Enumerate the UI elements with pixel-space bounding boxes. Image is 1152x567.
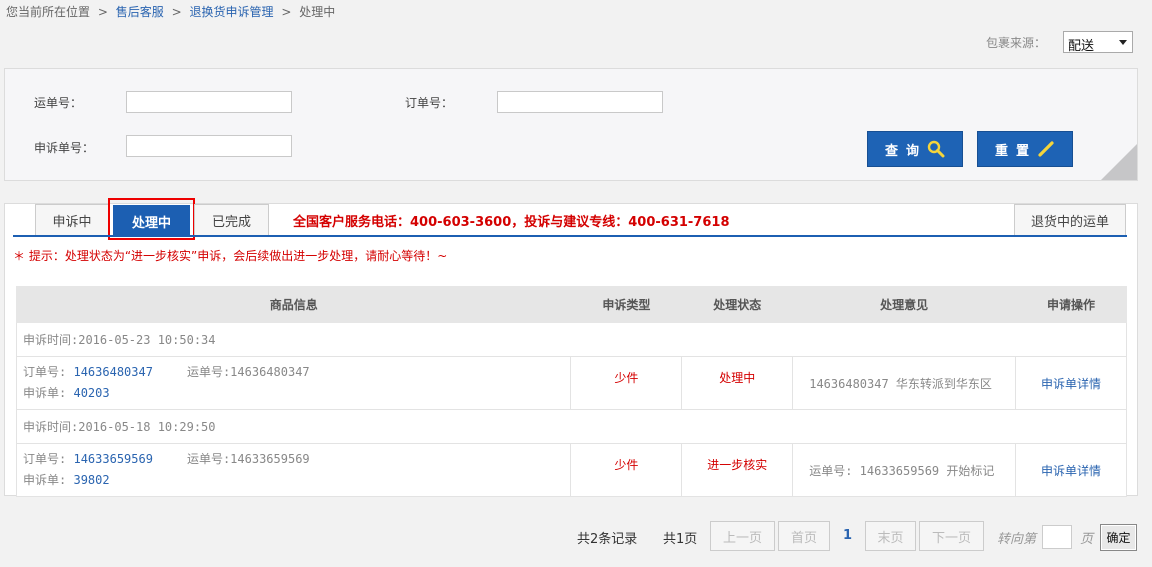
header-complaint-type: 申诉类型 bbox=[570, 286, 683, 323]
breadcrumb: 您当前所在位置 > 售后客服 > 退换货申诉管理 > 处理中 bbox=[6, 3, 335, 20]
order-label: 订单号： bbox=[405, 96, 454, 110]
page-unit-label: 页 bbox=[1080, 532, 1094, 547]
table-row: 订单号: 14633659569 运单号:14633659569 申诉单: 398… bbox=[15, 443, 1127, 497]
source-label: 包裹来源： bbox=[986, 36, 1047, 50]
goto-page-input[interactable] bbox=[1042, 525, 1072, 549]
complaint-table: 商品信息 申诉类型 处理状态 处理意见 申请操作 申诉时间:2016-05-23… bbox=[15, 286, 1127, 497]
breadcrumb-separator: > bbox=[281, 5, 292, 19]
total-records: 共2条记录 bbox=[577, 532, 638, 547]
order-input[interactable] bbox=[497, 91, 663, 113]
waybill-text: 运单号:14633659569 bbox=[186, 452, 310, 466]
next-page-button[interactable]: 下一页 bbox=[919, 521, 984, 551]
action-cell: 申诉单详情 bbox=[1015, 356, 1127, 410]
header-process-opinion: 处理意见 bbox=[792, 286, 1017, 323]
complaint-no-label: 申诉单号： bbox=[34, 141, 95, 155]
table-header-row: 商品信息 申诉类型 处理状态 处理意见 申请操作 bbox=[15, 286, 1127, 323]
complaint-no-link[interactable]: 39802 bbox=[73, 473, 109, 487]
source-select[interactable]: 配送 bbox=[1063, 31, 1133, 54]
query-button-label: 查询 bbox=[884, 143, 927, 159]
reset-button-label: 重置 bbox=[994, 143, 1037, 159]
tab-in-complaint[interactable]: 申诉中 bbox=[35, 204, 109, 236]
complaint-detail-link[interactable]: 申诉单详情 bbox=[1041, 377, 1101, 391]
total-pages: 共1页 bbox=[663, 532, 698, 547]
complaint-time: 申诉时间:2016-05-23 10:50:34 bbox=[16, 322, 1127, 357]
breadcrumb-separator: > bbox=[171, 5, 182, 19]
confirm-button[interactable]: 确定 bbox=[1100, 524, 1137, 551]
tab-completed[interactable]: 已完成 bbox=[194, 204, 269, 236]
complaint-detail-link[interactable]: 申诉单详情 bbox=[1041, 464, 1101, 478]
reset-button[interactable]: 重置 bbox=[977, 131, 1073, 167]
order-no-label: 订单号: bbox=[23, 365, 67, 379]
current-page[interactable]: 1 bbox=[843, 528, 852, 543]
complaint-no-link[interactable]: 40203 bbox=[73, 386, 109, 400]
prev-page-button[interactable]: 上一页 bbox=[710, 521, 775, 551]
table-row-time: 申诉时间:2016-05-18 10:29:50 bbox=[16, 409, 1127, 444]
header-action: 申请操作 bbox=[1015, 286, 1127, 323]
complaint-type-cell: 少件 bbox=[570, 443, 683, 497]
query-button[interactable]: 查询 bbox=[867, 131, 963, 167]
breadcrumb-link-complaint-management[interactable]: 退换货申诉管理 bbox=[189, 5, 273, 19]
table-row: 订单号: 14636480347 运单号:14636480347 申诉单: 402… bbox=[15, 356, 1127, 410]
order-no-label: 订单号: bbox=[23, 452, 67, 466]
tip-text: ＊ 提示：处理状态为“进一步核实”申诉，会后续做出进一步处理，请耐心等待！~ bbox=[13, 249, 448, 263]
waybill-input[interactable] bbox=[126, 91, 292, 113]
tab-underline bbox=[13, 235, 1127, 237]
breadcrumb-link-after-sales[interactable]: 售后客服 bbox=[116, 5, 164, 19]
complaint-type-cell: 少件 bbox=[570, 356, 683, 410]
action-cell: 申诉单详情 bbox=[1015, 443, 1127, 497]
search-panel: 运单号： 订单号： 申诉单号： 查询 重置 bbox=[4, 68, 1138, 181]
collapse-corner-handle[interactable] bbox=[1101, 144, 1137, 180]
process-status-cell: 处理中 bbox=[681, 356, 794, 410]
complaint-list-panel: 申诉中 处理中 已完成 全国客户服务电话：400-603-3600，投诉与建议专… bbox=[4, 198, 1138, 497]
complaint-time: 申诉时间:2016-05-18 10:29:50 bbox=[16, 409, 1127, 444]
source-select-value: 配送 bbox=[1068, 39, 1095, 54]
returning-waybill-button[interactable]: 退货中的运单 bbox=[1014, 204, 1126, 236]
process-opinion-cell: 14636480347 华东转派到华东区 bbox=[792, 356, 1017, 410]
goto-page-label: 转向第 bbox=[997, 532, 1037, 547]
first-page-button[interactable]: 首页 bbox=[778, 521, 830, 551]
pencil-icon bbox=[1038, 141, 1054, 157]
service-hotline: 全国客户服务电话：400-603-3600，投诉与建议专线：400-631-76… bbox=[293, 215, 730, 230]
last-page-button[interactable]: 末页 bbox=[865, 521, 916, 551]
order-no-link[interactable]: 14636480347 bbox=[73, 365, 152, 379]
header-process-status: 处理状态 bbox=[681, 286, 794, 323]
order-no-link[interactable]: 14633659569 bbox=[73, 452, 152, 466]
process-opinion-cell: 运单号: 14633659569 开始标记 bbox=[792, 443, 1017, 497]
table-row-time: 申诉时间:2016-05-23 10:50:34 bbox=[16, 322, 1127, 357]
breadcrumb-separator: > bbox=[97, 5, 108, 19]
waybill-label: 运单号： bbox=[34, 96, 83, 110]
waybill-text: 运单号:14636480347 bbox=[186, 365, 310, 379]
header-product-info: 商品信息 bbox=[15, 286, 572, 323]
complaint-no-label: 申诉单: bbox=[23, 473, 67, 487]
process-status-cell: 进一步核实 bbox=[681, 443, 794, 497]
product-info-cell: 订单号: 14633659569 运单号:14633659569 申诉单: 398… bbox=[15, 443, 572, 497]
product-info-cell: 订单号: 14636480347 运单号:14636480347 申诉单: 402… bbox=[15, 356, 572, 410]
active-tab-highlight bbox=[108, 198, 195, 240]
breadcrumb-prefix: 您当前所在位置 bbox=[6, 5, 91, 19]
complaint-no-input[interactable] bbox=[126, 135, 292, 157]
chevron-down-icon bbox=[1119, 40, 1127, 45]
breadcrumb-current: 处理中 bbox=[299, 5, 336, 19]
search-icon bbox=[927, 140, 945, 158]
complaint-no-label: 申诉单: bbox=[23, 386, 67, 400]
